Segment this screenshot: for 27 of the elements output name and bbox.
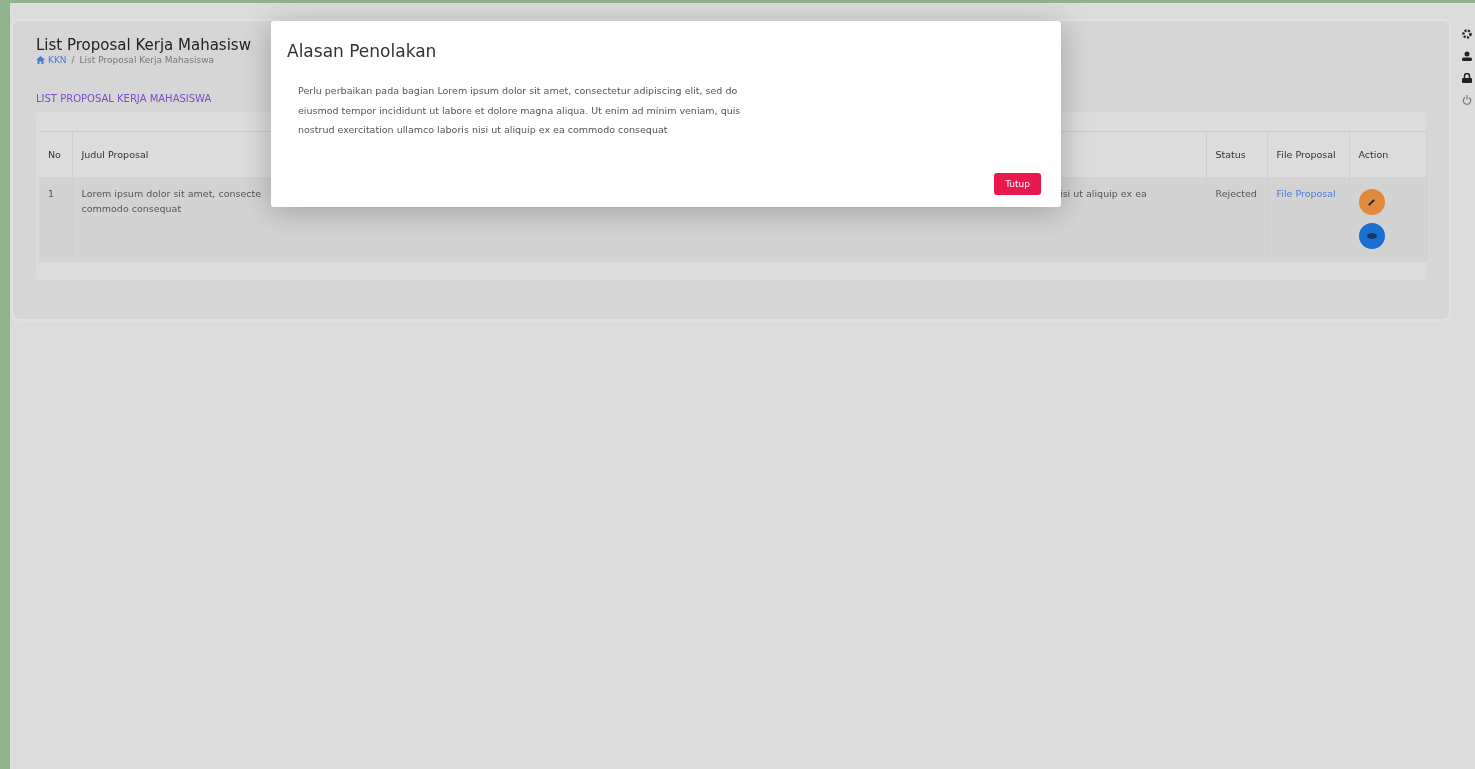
- power-icon[interactable]: [1462, 95, 1472, 105]
- eye-icon: [1366, 233, 1377, 239]
- column-header: No: [48, 149, 61, 160]
- pencil-icon: [1367, 197, 1376, 207]
- status-text: Rejected: [1215, 188, 1257, 199]
- user-icon[interactable]: [1462, 51, 1472, 61]
- dialog-title: Alasan Penolakan: [287, 41, 438, 61]
- file-link[interactable]: File Proposal: [1276, 188, 1336, 199]
- column-header: File Proposal: [1276, 149, 1336, 160]
- column-header: Judul Proposal: [81, 149, 149, 160]
- home-icon: [36, 56, 45, 64]
- breadcrumb-current: List Proposal Kerja Mahasiswa: [79, 55, 215, 65]
- row-number: 1: [48, 188, 55, 199]
- close-button[interactable]: Tutup: [994, 173, 1041, 195]
- section-title: LIST PROPOSAL KERJA MAHASISWA: [36, 93, 213, 104]
- breadcrumb-separator: /: [71, 55, 75, 65]
- edit-button[interactable]: [1358, 189, 1385, 215]
- column-header: Action: [1358, 149, 1389, 160]
- gear-icon[interactable]: [1462, 29, 1472, 39]
- rejection-reason: Perlu perbaikan pada bagian Lorem ipsum dolor sit amet, consectetur adipiscing elit, sed do eiusmod tempor incididunt ut labore et dolore magna aliqua. Ut enim ad minim veniam, quis nostrud exercitation ullamco laboris nisi ut aliquip ex ea commodo consequat: [298, 84, 742, 137]
- table-cell: isi ut aliquip ex ea: [1060, 188, 1147, 199]
- column-header: Status: [1215, 149, 1246, 160]
- breadcrumb-link[interactable]: KKN: [48, 55, 67, 65]
- view-button[interactable]: [1358, 223, 1385, 249]
- page-title: List Proposal Kerja Mahasisw: [36, 36, 251, 54]
- proposal-title: Lorem ipsum dolor sit amet, consecte commodo consequat: [81, 187, 263, 216]
- lock-icon[interactable]: [1462, 73, 1472, 83]
